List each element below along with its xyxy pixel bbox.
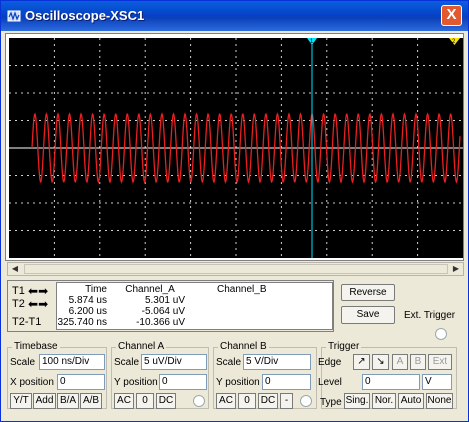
timebase-title: Timebase: [12, 341, 60, 352]
channel-a-title: Channel A: [116, 341, 167, 352]
channel-a-zero-button[interactable]: 0: [136, 393, 154, 409]
channel-b-scale-field[interactable]: 5 V/Div: [243, 354, 311, 370]
type-normal-button[interactable]: Nor.: [372, 393, 396, 409]
t1-left-arrow-icon[interactable]: ⬅: [28, 284, 38, 298]
type-single-button[interactable]: Sing.: [344, 393, 370, 409]
channel-b-scale-label: Scale: [216, 357, 242, 368]
edge-falling-icon[interactable]: ↘: [372, 354, 389, 370]
scroll-right-icon[interactable]: ▶: [449, 263, 463, 275]
channel-b-dc-button[interactable]: DC: [258, 393, 278, 409]
t2-time: 6.200 us: [68, 306, 107, 317]
t1-time: 5.874 us: [68, 295, 107, 306]
scroll-left-icon[interactable]: ◀: [8, 263, 22, 275]
channel-a-terminal[interactable]: [193, 395, 205, 407]
close-button[interactable]: X: [441, 5, 462, 26]
channel-b-header: Channel_B: [217, 284, 267, 295]
x-position-field[interactable]: 0: [57, 374, 105, 390]
cursor-readout-panel: T1 T2 T2-T1 ⬅➡ ⬅➡ Time Channel_A Channel…: [7, 280, 334, 332]
time-header: Time: [85, 284, 107, 295]
t1-channel-a: 5.301 uV: [144, 295, 185, 306]
trigger-level-field[interactable]: 0: [362, 374, 420, 390]
t1-right-arrow-icon[interactable]: ➡: [38, 284, 48, 298]
ext-trigger-terminal[interactable]: [435, 328, 447, 340]
x-position-label: X position: [10, 377, 54, 388]
trigger-title: Trigger: [326, 341, 362, 352]
edge-label: Edge: [318, 357, 342, 368]
trigger-source-a-button[interactable]: A: [392, 354, 408, 370]
type-auto-button[interactable]: Auto: [398, 393, 424, 409]
channel-a-dc-button[interactable]: DC: [156, 393, 176, 409]
channel-b-terminal[interactable]: [300, 395, 312, 407]
trigger-type-label: Type: [320, 397, 342, 408]
readout-header: Time Channel_A Channel_B: [57, 284, 332, 295]
channel-a-ypos-label: Y position: [114, 377, 158, 388]
scroll-thumb[interactable]: [24, 264, 448, 274]
t2-move-arrows[interactable]: ⬅➡: [28, 298, 54, 310]
t2t1-label: T2-T1: [12, 316, 42, 328]
title-bar[interactable]: Oscilloscope-XSC1 X: [1, 1, 468, 31]
mode-ab-button[interactable]: A/B: [80, 393, 102, 409]
channel-b-minus-button[interactable]: -: [280, 393, 293, 409]
trigger-source-b-button[interactable]: B: [410, 354, 426, 370]
table-row: 6.200 us -5.064 uV: [57, 306, 332, 317]
channel-a-header: Channel_A: [125, 284, 175, 295]
save-button[interactable]: Save: [341, 306, 395, 324]
mode-add-button[interactable]: Add: [33, 393, 56, 409]
timebase-scale-field[interactable]: 100 ns/Div: [39, 354, 105, 370]
oscilloscope-window: Oscilloscope-XSC1 X 1 2 ◀ ▶ T1 T2 T2-T1 …: [0, 0, 469, 422]
t2t1-time: 325.740 ns: [57, 317, 108, 328]
channel-a-scale-field[interactable]: 5 uV/Div: [141, 354, 207, 370]
channel-b-ac-button[interactable]: AC: [216, 393, 236, 409]
table-row: 5.874 us 5.301 uV: [57, 295, 332, 306]
ext-trigger-label: Ext. Trigger: [404, 310, 456, 321]
channel-a-scale-label: Scale: [114, 357, 140, 368]
cursor-readout-table: Time Channel_A Channel_B 5.874 us 5.301 …: [56, 282, 333, 330]
channel-a-ac-button[interactable]: AC: [114, 393, 134, 409]
table-row: 325.740 ns -10.366 uV: [57, 317, 332, 328]
trigger-source-ext-button[interactable]: Ext: [428, 354, 452, 370]
t2t1-channel-a: -10.366 uV: [136, 317, 185, 328]
timebase-scale-label: Scale: [10, 357, 36, 368]
channel-b-zero-button[interactable]: 0: [238, 393, 256, 409]
time-scrollbar[interactable]: ◀ ▶: [7, 262, 464, 276]
trigger-level-unit-field[interactable]: V: [422, 374, 452, 390]
edge-rising-icon[interactable]: ↗: [353, 354, 370, 370]
t2-channel-a: -5.064 uV: [141, 306, 185, 317]
mode-ba-button[interactable]: B/A: [57, 393, 79, 409]
t1-move-arrows[interactable]: ⬅➡: [28, 285, 54, 297]
channel-b-title: Channel B: [218, 341, 269, 352]
oscilloscope-app-icon: [7, 10, 21, 22]
channel-b-ypos-label: Y position: [216, 377, 260, 388]
channel-b-ypos-field[interactable]: 0: [262, 374, 311, 390]
t2-right-arrow-icon[interactable]: ➡: [38, 297, 48, 311]
window-title: Oscilloscope-XSC1: [25, 8, 145, 23]
type-none-button[interactable]: None: [426, 393, 453, 409]
mode-yt-button[interactable]: Y/T: [10, 393, 32, 409]
t2-left-arrow-icon[interactable]: ⬅: [28, 297, 38, 311]
trigger-level-label: Level: [318, 377, 342, 388]
scope-display[interactable]: 1 2: [9, 38, 463, 258]
channel-a-ypos-field[interactable]: 0: [159, 374, 207, 390]
reverse-button[interactable]: Reverse: [341, 284, 395, 301]
